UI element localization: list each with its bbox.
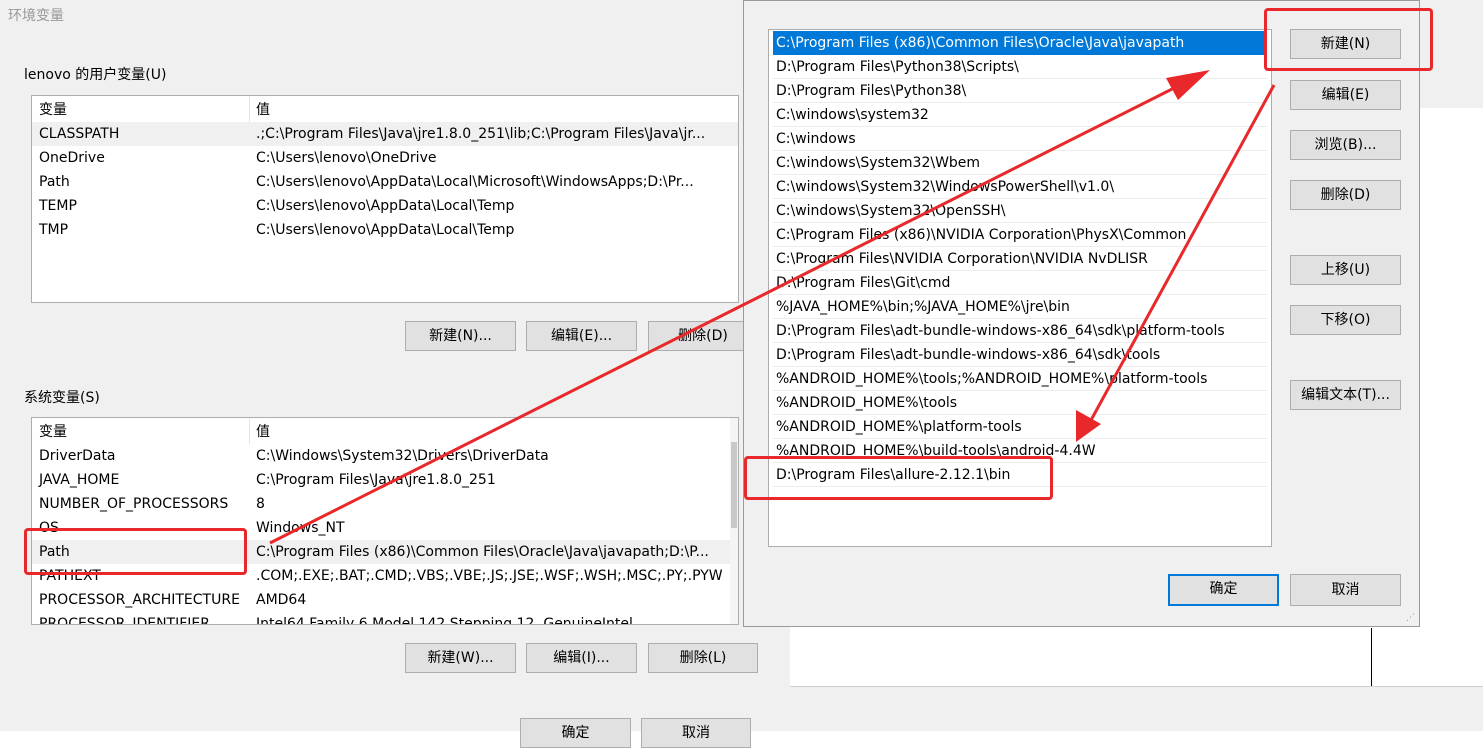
path-delete-button[interactable]: 删除(D) bbox=[1290, 180, 1401, 210]
resize-grip-icon[interactable]: ⋰ bbox=[1406, 613, 1416, 623]
background-bottom-band bbox=[790, 687, 1483, 731]
variable-value: Intel64 Family 6 Model 142 Stepping 12, … bbox=[256, 616, 633, 625]
variable-name: DriverData bbox=[39, 448, 116, 464]
path-list-item[interactable]: %ANDROID_HOME%\platform-tools bbox=[773, 415, 1267, 439]
path-list-item[interactable]: C:\Program Files (x86)\Common Files\Orac… bbox=[773, 31, 1267, 55]
variable-name: JAVA_HOME bbox=[39, 472, 120, 488]
annotation-box-new-button bbox=[1264, 8, 1433, 71]
path-list-item[interactable]: %ANDROID_HOME%\tools;%ANDROID_HOME%\plat… bbox=[773, 367, 1267, 391]
table-row[interactable]: NUMBER_OF_PROCESSORS 8 bbox=[32, 492, 738, 516]
env-ok-button[interactable]: 确定 bbox=[520, 718, 631, 748]
table-row[interactable]: Path C:\Users\lenovo\AppData\Local\Micros… bbox=[32, 170, 738, 194]
path-list-item[interactable]: D:\Program Files\adt-bundle-windows-x86_… bbox=[773, 343, 1267, 367]
edit-path-dialog: C:\Program Files (x86)\Common Files\Orac… bbox=[743, 0, 1420, 627]
annotation-box-new-path bbox=[744, 456, 1053, 500]
system-vars-label: 系统变量(S) bbox=[24, 390, 100, 406]
variable-value: C:\Program Files (x86)\Common Files\Orac… bbox=[256, 544, 709, 560]
variable-value: C:\Users\lenovo\OneDrive bbox=[256, 150, 437, 166]
table-row[interactable]: CLASSPATH .;C:\Program Files\Java\jre1.8.… bbox=[32, 122, 738, 146]
variable-name: Path bbox=[39, 174, 70, 190]
variable-name: PROCESSOR_IDENTIFIER bbox=[39, 616, 210, 625]
scrollbar[interactable] bbox=[730, 418, 738, 624]
table-row[interactable]: TMP C:\Users\lenovo\AppData\Local\Temp bbox=[32, 218, 738, 242]
path-list-item[interactable]: C:\windows\system32 bbox=[773, 103, 1267, 127]
variable-name: OneDrive bbox=[39, 150, 105, 166]
path-list-item[interactable]: C:\Program Files (x86)\NVIDIA Corporatio… bbox=[773, 223, 1267, 247]
env-cancel-button[interactable]: 取消 bbox=[641, 718, 751, 748]
variable-name: TEMP bbox=[39, 198, 77, 214]
user-edit-button[interactable]: 编辑(E)... bbox=[526, 321, 637, 351]
variable-value: C:\Users\lenovo\AppData\Local\Temp bbox=[256, 198, 515, 214]
dialog-title: 环境变量 bbox=[8, 8, 64, 24]
path-list-item[interactable]: C:\windows\System32\WindowsPowerShell\v1… bbox=[773, 175, 1267, 199]
path-list-item[interactable]: C:\windows bbox=[773, 127, 1267, 151]
table-header: 变量 值 bbox=[32, 98, 738, 122]
table-row[interactable]: JAVA_HOME C:\Program Files\Java\jre1.8.0_… bbox=[32, 468, 738, 492]
system-edit-button[interactable]: 编辑(I)... bbox=[526, 643, 637, 673]
path-list-item[interactable]: %JAVA_HOME%\bin;%JAVA_HOME%\jre\bin bbox=[773, 295, 1267, 319]
path-list-item[interactable]: C:\windows\System32\Wbem bbox=[773, 151, 1267, 175]
variable-value: 8 bbox=[256, 496, 265, 512]
system-vars-table[interactable]: 变量 值 DriverData C:\Windows\System32\Drive… bbox=[31, 417, 739, 625]
variable-value: .COM;.EXE;.BAT;.CMD;.VBS;.VBE;.JS;.JSE;.… bbox=[256, 568, 723, 584]
path-list-item[interactable]: D:\Program Files\Python38\Scripts\ bbox=[773, 55, 1267, 79]
background-divider bbox=[1371, 628, 1372, 686]
path-browse-button[interactable]: 浏览(B)... bbox=[1290, 130, 1401, 160]
variable-value: .;C:\Program Files\Java\jre1.8.0_251\lib… bbox=[256, 126, 706, 142]
header-variable[interactable]: 变量 bbox=[39, 98, 67, 122]
path-list-item[interactable]: C:\windows\System32\OpenSSH\ bbox=[773, 199, 1267, 223]
header-value[interactable]: 值 bbox=[256, 98, 734, 122]
path-list-item[interactable]: D:\Program Files\Git\cmd bbox=[773, 271, 1267, 295]
table-row[interactable]: TEMP C:\Users\lenovo\AppData\Local\Temp bbox=[32, 194, 738, 218]
variable-value: Windows_NT bbox=[256, 520, 345, 536]
table-row[interactable]: PROCESSOR_IDENTIFIER Intel64 Family 6 Mod… bbox=[32, 612, 738, 625]
header-variable[interactable]: 变量 bbox=[39, 420, 67, 444]
path-ok-button[interactable]: 确定 bbox=[1168, 574, 1279, 606]
variable-value: C:\Windows\System32\Drivers\DriverData bbox=[256, 448, 549, 464]
variable-name: NUMBER_OF_PROCESSORS bbox=[39, 496, 229, 512]
table-header: 变量 值 bbox=[32, 420, 738, 444]
user-delete-button[interactable]: 删除(D) bbox=[648, 321, 758, 351]
edit-text-button[interactable]: 编辑文本(T)... bbox=[1290, 380, 1401, 410]
variable-name: PROCESSOR_ARCHITECTURE bbox=[39, 592, 240, 608]
annotation-box-path-row bbox=[24, 528, 247, 575]
variable-name: CLASSPATH bbox=[39, 126, 120, 142]
variable-value: AMD64 bbox=[256, 592, 307, 608]
path-list-item[interactable]: D:\Program Files\Python38\ bbox=[773, 79, 1267, 103]
user-vars-label: lenovo 的用户变量(U) bbox=[24, 67, 167, 83]
variable-value: C:\Program Files\Java\jre1.8.0_251 bbox=[256, 472, 496, 488]
user-vars-table[interactable]: 变量 值 CLASSPATH .;C:\Program Files\Java\jr… bbox=[31, 95, 739, 303]
variable-value: C:\Users\lenovo\AppData\Local\Microsoft\… bbox=[256, 174, 694, 190]
column-divider[interactable] bbox=[249, 96, 250, 122]
path-list-item[interactable]: C:\Program Files\NVIDIA Corporation\NVID… bbox=[773, 247, 1267, 271]
variable-name: TMP bbox=[39, 222, 69, 238]
table-row[interactable]: PROCESSOR_ARCHITECTURE AMD64 bbox=[32, 588, 738, 612]
user-new-button[interactable]: 新建(N)... bbox=[405, 321, 516, 351]
table-row[interactable]: OneDrive C:\Users\lenovo\OneDrive bbox=[32, 146, 738, 170]
move-up-button[interactable]: 上移(U) bbox=[1290, 255, 1401, 285]
system-new-button[interactable]: 新建(W)... bbox=[405, 643, 516, 673]
move-down-button[interactable]: 下移(O) bbox=[1290, 305, 1401, 335]
table-row[interactable]: DriverData C:\Windows\System32\Drivers\Dr… bbox=[32, 444, 738, 468]
system-delete-button[interactable]: 删除(L) bbox=[648, 643, 758, 673]
path-list-item[interactable]: %ANDROID_HOME%\tools bbox=[773, 391, 1267, 415]
variable-value: C:\Users\lenovo\AppData\Local\Temp bbox=[256, 222, 515, 238]
path-cancel-button[interactable]: 取消 bbox=[1290, 574, 1401, 606]
path-edit-button[interactable]: 编辑(E) bbox=[1290, 80, 1401, 110]
column-divider[interactable] bbox=[249, 418, 250, 444]
scrollbar-thumb[interactable] bbox=[731, 442, 737, 528]
environment-variables-dialog: 环境变量 lenovo 的用户变量(U) 变量 值 CLASSPATH .;C:\… bbox=[0, 0, 790, 748]
path-list-item[interactable]: D:\Program Files\adt-bundle-windows-x86_… bbox=[773, 319, 1267, 343]
header-value[interactable]: 值 bbox=[256, 420, 734, 444]
